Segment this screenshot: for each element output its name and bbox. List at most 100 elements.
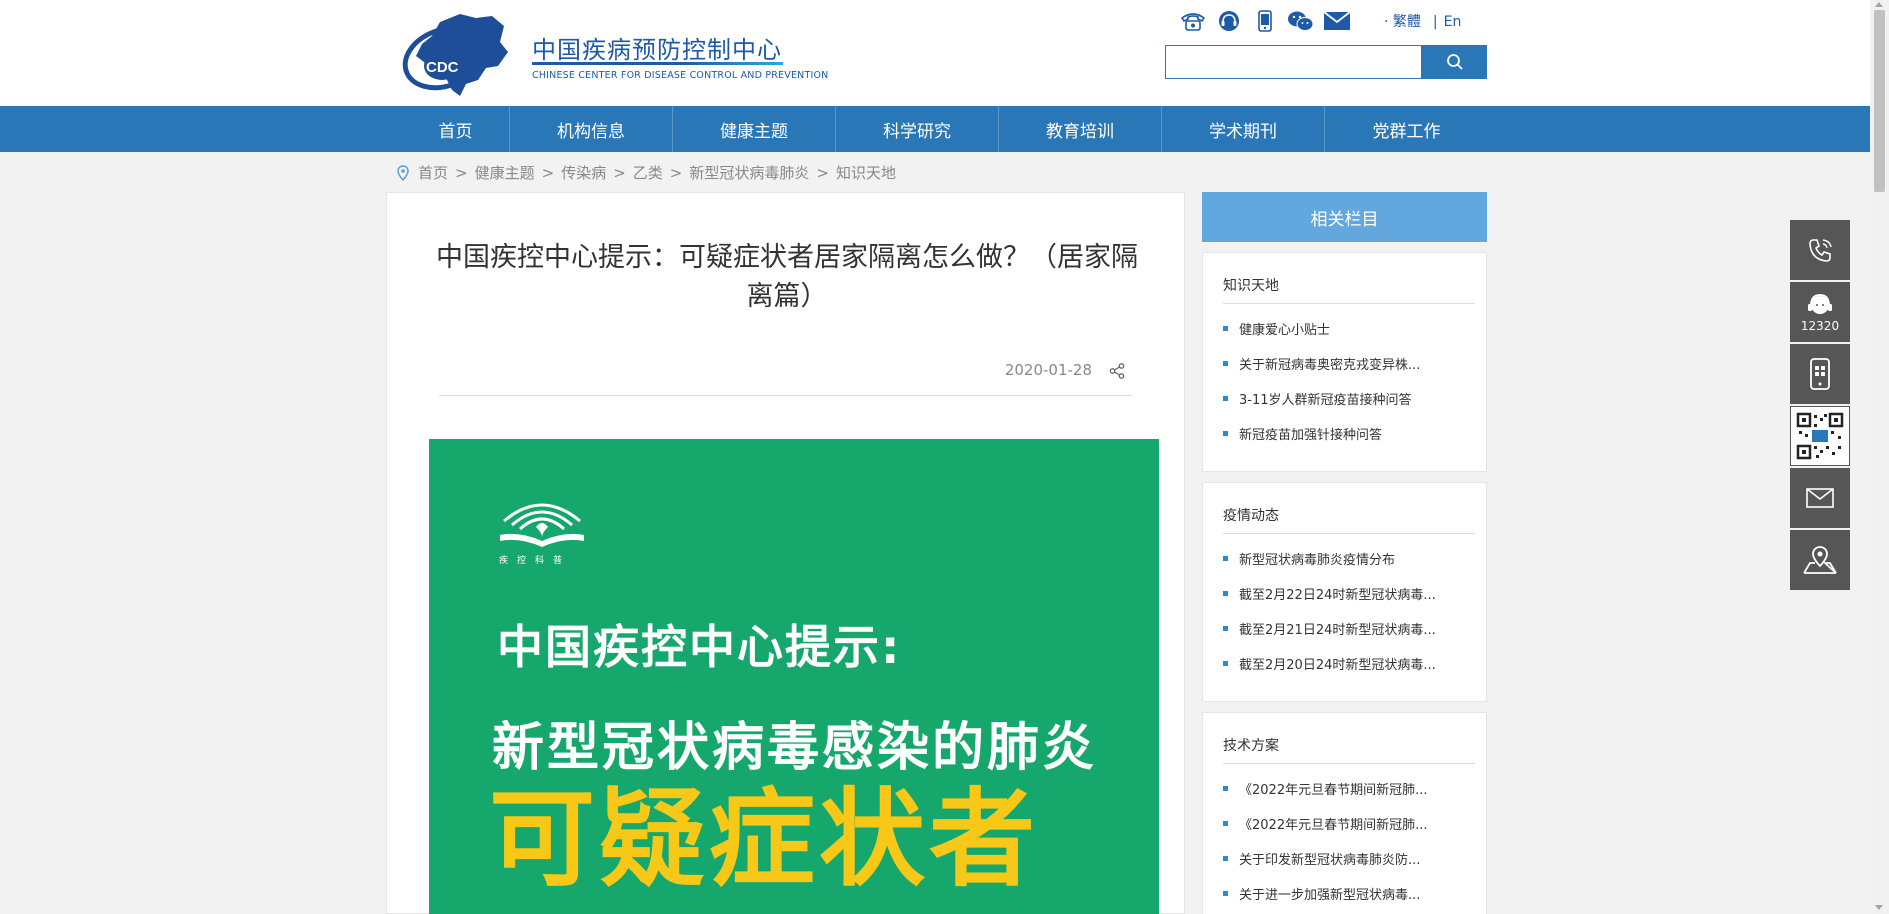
- float-hotline-button[interactable]: 12320: [1790, 282, 1850, 342]
- map-location-icon: [1803, 546, 1837, 574]
- bullet: [1223, 821, 1228, 826]
- list-item[interactable]: 关于新冠病毒奥密克戎变异株...: [1223, 346, 1478, 381]
- scroll-up-arrow-icon[interactable]: [1875, 2, 1883, 7]
- breadcrumb-separator: >: [816, 163, 829, 182]
- list-item-label: 关于进一步加强新型冠状病毒...: [1239, 888, 1421, 903]
- list-item[interactable]: 新型冠状病毒肺炎疫情分布: [1223, 541, 1478, 576]
- section-divider: [1223, 303, 1475, 304]
- mail-icon: [1806, 488, 1834, 508]
- list-item-label: 新冠疫苗加强针接种问答: [1239, 428, 1383, 443]
- poster-heading-line1: 中国疾控中心提示:: [497, 620, 902, 674]
- share-icon[interactable]: [1108, 362, 1126, 380]
- qrcode-icon: [1796, 412, 1844, 460]
- float-mail-button[interactable]: [1790, 468, 1850, 528]
- sidebar-section-title[interactable]: 知识天地: [1223, 275, 1279, 295]
- wechat-icon[interactable]: [1286, 8, 1316, 34]
- nav-item-research[interactable]: 科学研究: [836, 106, 999, 152]
- bullet: [1223, 786, 1228, 791]
- hotline-icon[interactable]: [1214, 8, 1244, 34]
- bullet: [1223, 431, 1228, 436]
- poster-heading-line3: 可疑症状者: [489, 778, 1039, 901]
- list-item[interactable]: 新冠疫苗加强针接种问答: [1223, 416, 1478, 451]
- article-poster-image: 疾控科普 中国疾控中心提示: 新型冠状病毒感染的肺炎 可疑症状者: [429, 439, 1159, 914]
- search-input[interactable]: [1165, 45, 1422, 79]
- site-subtitle: CHINESE CENTER FOR DISEASE CONTROL AND P…: [532, 70, 829, 81]
- list-item[interactable]: 健康爱心小贴士: [1223, 311, 1478, 346]
- list-item-label: 截至2月20日24时新型冠状病毒...: [1239, 658, 1436, 673]
- bullet: [1223, 891, 1228, 896]
- article-panel: 中国疾控中心提示：可疑症状者居家隔离怎么做？（居家隔离篇） 2020-01-28…: [386, 192, 1185, 914]
- list-item-label: 关于印发新型冠状病毒肺炎防...: [1239, 853, 1421, 868]
- nav-item-health-topics[interactable]: 健康主题: [673, 106, 836, 152]
- hotline-number: 12320: [1800, 318, 1840, 333]
- bullet: [1223, 326, 1228, 331]
- breadcrumb-class-b[interactable]: 乙类: [633, 162, 663, 183]
- list-item[interactable]: 关于进一步加强新型冠状病毒...: [1223, 876, 1478, 911]
- site-title[interactable]: 中国疾病预防控制中心: [532, 30, 782, 65]
- list-item[interactable]: 截至2月20日24时新型冠状病毒...: [1223, 646, 1478, 681]
- bullet: [1223, 626, 1228, 631]
- sidebar-list: 《2022年元旦春节期间新冠肺... 《2022年元旦春节期间新冠肺... 关于…: [1223, 771, 1478, 911]
- list-item-label: 《2022年元旦春节期间新冠肺...: [1239, 818, 1428, 833]
- breadcrumb: 首页 > 健康主题 > 传染病 > 乙类 > 新型冠状病毒肺炎 > 知识天地: [396, 162, 896, 183]
- lang-traditional-link[interactable]: · 繁體: [1384, 14, 1421, 30]
- list-item[interactable]: 3-11岁人群新冠疫苗接种问答: [1223, 381, 1478, 416]
- nav-item-party-work[interactable]: 党群工作: [1325, 106, 1488, 152]
- list-item-label: 《2022年元旦春节期间新冠肺...: [1239, 783, 1428, 798]
- bullet: [1223, 591, 1228, 596]
- page-scrollbar[interactable]: [1870, 0, 1889, 914]
- scrollbar-thumb[interactable]: [1874, 10, 1885, 192]
- sidebar-section-title[interactable]: 技术方案: [1223, 735, 1279, 755]
- sidebar-list: 健康爱心小贴士 关于新冠病毒奥密克戎变异株... 3-11岁人群新冠疫苗接种问答…: [1223, 311, 1478, 451]
- bullet: [1223, 556, 1228, 561]
- list-item[interactable]: 《2022年元旦春节期间新冠肺...: [1223, 806, 1478, 841]
- title-underline: [532, 62, 783, 65]
- nav-item-education[interactable]: 教育培训: [999, 106, 1162, 152]
- phone-icon: [1809, 239, 1832, 262]
- list-item-label: 新型冠状病毒肺炎疫情分布: [1239, 553, 1396, 568]
- list-item-label: 截至2月22日24时新型冠状病毒...: [1239, 588, 1436, 603]
- hotline-icon: [1808, 293, 1832, 314]
- main-nav: 首页 机构信息 健康主题 科学研究 教育培训 学术期刊 党群工作: [0, 106, 1870, 152]
- scroll-down-arrow-icon[interactable]: [1875, 905, 1883, 910]
- list-item[interactable]: 截至2月21日24时新型冠状病毒...: [1223, 611, 1478, 646]
- mail-icon[interactable]: [1322, 8, 1352, 34]
- list-item[interactable]: 截至2月22日24时新型冠状病毒...: [1223, 576, 1478, 611]
- breadcrumb-infectious[interactable]: 传染病: [561, 162, 606, 183]
- float-phone-button[interactable]: [1790, 220, 1850, 280]
- list-item[interactable]: 关于印发新型冠状病毒肺炎防...: [1223, 841, 1478, 876]
- sidebar-section-title[interactable]: 疫情动态: [1223, 505, 1279, 525]
- phone-icon[interactable]: [1178, 8, 1208, 34]
- section-divider: [1223, 763, 1475, 764]
- header-tools: [1178, 8, 1358, 34]
- list-item-label: 截至2月21日24时新型冠状病毒...: [1239, 623, 1436, 638]
- bullet: [1223, 661, 1228, 666]
- search-button[interactable]: [1422, 45, 1487, 79]
- mobile-icon[interactable]: [1250, 8, 1280, 34]
- cdc-logo[interactable]: CDC: [402, 8, 512, 100]
- float-qrcode-button[interactable]: [1790, 406, 1850, 466]
- breadcrumb-knowledge[interactable]: 知识天地: [836, 162, 896, 183]
- poster-logo-text: 疾控科普: [499, 556, 572, 566]
- breadcrumb-covid[interactable]: 新型冠状病毒肺炎: [689, 162, 809, 183]
- poster-heading-line2: 新型冠状病毒感染的肺炎: [492, 718, 1098, 778]
- location-pin-icon: [397, 164, 409, 181]
- bullet: [1223, 396, 1228, 401]
- search-icon: [1446, 54, 1463, 70]
- breadcrumb-separator: >: [669, 163, 683, 182]
- nav-item-home[interactable]: 首页: [402, 106, 510, 152]
- nav-item-journals[interactable]: 学术期刊: [1162, 106, 1325, 152]
- lang-separator: |: [1432, 14, 1438, 30]
- list-item-label: 健康爱心小贴士: [1239, 323, 1331, 338]
- sidebar-list: 新型冠状病毒肺炎疫情分布 截至2月22日24时新型冠状病毒... 截至2月21日…: [1223, 541, 1478, 681]
- site-header: CDC 中国疾病预防控制中心 CHINESE CENTER FOR DISEAS…: [0, 0, 1870, 106]
- list-item[interactable]: 《2022年元旦春节期间新冠肺...: [1223, 771, 1478, 806]
- bullet: [1223, 856, 1228, 861]
- breadcrumb-separator: >: [455, 163, 468, 182]
- breadcrumb-health-topics[interactable]: 健康主题: [475, 162, 535, 183]
- float-mobile-button[interactable]: [1790, 344, 1850, 404]
- lang-english-link[interactable]: En: [1444, 14, 1462, 30]
- breadcrumb-home[interactable]: 首页: [418, 162, 448, 183]
- float-map-button[interactable]: [1790, 530, 1850, 590]
- nav-item-institution[interactable]: 机构信息: [510, 106, 673, 152]
